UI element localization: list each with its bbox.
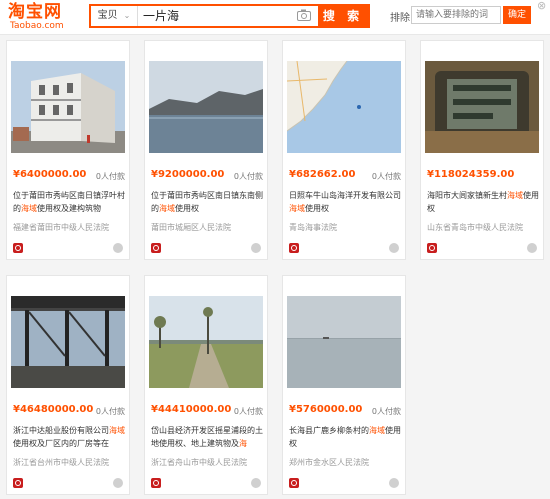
item-photo[interactable] <box>425 61 539 153</box>
title-text: 使用权及厂区内的厂房等在 <box>13 439 109 448</box>
exclude-confirm-button[interactable]: 确定 <box>503 6 531 24</box>
auction-card[interactable]: ¥46480000.00 0人付款 浙江中达船业股份有限公司海域使用权及厂区内的… <box>6 275 130 495</box>
item-bid-count: 0人付款 <box>371 172 401 181</box>
favorite-icon[interactable] <box>113 478 123 488</box>
exclude-label: 排除 <box>390 13 410 24</box>
item-bid-count: 0人付款 <box>233 407 263 416</box>
item-price: ¥5760000.00 <box>289 404 363 415</box>
item-court: 福建省莆田市中级人民法院 <box>13 223 109 232</box>
title-highlight: 海 <box>239 439 247 448</box>
title-highlight: 海域 <box>369 426 385 435</box>
item-photo[interactable] <box>11 296 125 388</box>
search-box: 宝贝 ⌄ 搜 索 <box>89 4 370 28</box>
item-bid-count: 0人付款 <box>371 407 401 416</box>
item-photo[interactable] <box>11 61 125 153</box>
title-text: 使用权 <box>305 204 329 213</box>
chevron-down-icon: ⌄ <box>123 11 131 20</box>
title-highlight: 海域 <box>159 204 175 213</box>
top-bar: 淘宝网 Taobao.com 宝贝 ⌄ 搜 索 排除 确定 ⊗ <box>0 0 550 35</box>
item-photo[interactable] <box>287 296 401 388</box>
favorite-icon[interactable] <box>389 243 399 253</box>
item-price: ¥6400000.00 <box>13 169 87 180</box>
auction-card[interactable]: ¥44410000.00 0人付款 岱山县经济开发区摇星浦段的土地使用权、地上建… <box>144 275 268 495</box>
item-court: 浙江省舟山市中级人民法院 <box>151 458 247 467</box>
item-photo[interactable] <box>149 61 263 153</box>
item-court: 青岛海事法院 <box>289 223 337 232</box>
item-bid-count: 0人付款 <box>95 407 125 416</box>
item-price: ¥9200000.00 <box>151 169 225 180</box>
court-auction-icon <box>289 478 299 488</box>
item-title[interactable]: 岱山县经济开发区摇星浦段的土地使用权、地上建筑物及海 <box>151 424 263 450</box>
title-text: 使用权 <box>175 204 199 213</box>
favorite-icon[interactable] <box>527 243 537 253</box>
item-bid-count: 0人付款 <box>233 172 263 181</box>
favorite-icon[interactable] <box>389 478 399 488</box>
item-price: ¥46480000.00 <box>13 404 94 415</box>
title-highlight: 海域 <box>289 204 305 213</box>
item-title[interactable]: 位于莆田市秀屿区南日镇东南侧的海域使用权 <box>151 189 263 215</box>
exclude-input[interactable] <box>411 6 501 24</box>
title-text: 海阳市大闾家镇新生村 <box>427 191 507 200</box>
court-auction-icon <box>151 243 161 253</box>
item-title[interactable]: 位于莆田市秀屿区南日镇浮叶村的海域使用权及建构筑物 <box>13 189 125 215</box>
item-photo[interactable] <box>149 296 263 388</box>
auction-card[interactable]: ¥5760000.00 0人付款 长海县广鹿乡柳条村的海域使用权 郑州市金水区人… <box>282 275 406 495</box>
search-scope-dropdown[interactable]: 宝贝 ⌄ <box>91 6 138 26</box>
item-price: ¥682662.00 <box>289 169 356 180</box>
item-court: 山东省青岛市中级人民法院 <box>427 223 523 232</box>
court-auction-icon <box>13 478 23 488</box>
court-auction-icon <box>289 243 299 253</box>
item-bid-count: 0人付款 <box>95 172 125 181</box>
search-button[interactable]: 搜 索 <box>318 6 368 26</box>
item-price: ¥118024359.00 <box>427 169 515 180</box>
item-court: 浙江省台州市中级人民法院 <box>13 458 109 467</box>
court-auction-icon <box>13 243 23 253</box>
title-text: 浙江中达船业股份有限公司 <box>13 426 109 435</box>
item-title[interactable]: 浙江中达船业股份有限公司海域使用权及厂区内的厂房等在 <box>13 424 125 450</box>
title-text: 日照车牛山岛海洋开发有限公司 <box>289 191 401 200</box>
title-highlight: 海域 <box>21 204 37 213</box>
title-text: 长海县广鹿乡柳条村的 <box>289 426 369 435</box>
item-photo[interactable] <box>287 61 401 153</box>
close-icon[interactable]: ⊗ <box>537 0 549 12</box>
item-title[interactable]: 海阳市大闾家镇新生村海域使用权 <box>427 189 539 215</box>
auction-card[interactable]: ¥9200000.00 0人付款 位于莆田市秀屿区南日镇东南侧的海域使用权 莆田… <box>144 40 268 260</box>
item-title[interactable]: 日照车牛山岛海洋开发有限公司海域使用权 <box>289 189 401 215</box>
auction-card[interactable]: ¥118024359.00 海阳市大闾家镇新生村海域使用权 山东省青岛市中级人民… <box>420 40 544 260</box>
court-auction-icon <box>427 243 437 253</box>
search-scope-label: 宝贝 <box>97 10 118 21</box>
camera-icon[interactable] <box>297 9 311 21</box>
item-price: ¥44410000.00 <box>151 404 232 415</box>
item-court: 莆田市城厢区人民法院 <box>151 223 231 232</box>
title-highlight: 海域 <box>507 191 523 200</box>
search-input[interactable] <box>143 6 288 26</box>
favorite-icon[interactable] <box>113 243 123 253</box>
title-highlight: 海域 <box>109 426 125 435</box>
logo-text: 淘宝网 <box>8 2 62 22</box>
item-court: 郑州市金水区人民法院 <box>289 458 369 467</box>
logo-subtext: Taobao.com <box>10 21 64 31</box>
auction-card[interactable]: ¥682662.00 0人付款 日照车牛山岛海洋开发有限公司海域使用权 青岛海事… <box>282 40 406 260</box>
auction-card[interactable]: ¥6400000.00 0人付款 位于莆田市秀屿区南日镇浮叶村的海域使用权及建构… <box>6 40 130 260</box>
taobao-logo[interactable]: 淘宝网 Taobao.com <box>8 3 78 31</box>
title-text: 使用权及建构筑物 <box>37 204 101 213</box>
item-title[interactable]: 长海县广鹿乡柳条村的海域使用权 <box>289 424 401 450</box>
favorite-icon[interactable] <box>251 243 261 253</box>
favorite-icon[interactable] <box>251 478 261 488</box>
court-auction-icon <box>151 478 161 488</box>
